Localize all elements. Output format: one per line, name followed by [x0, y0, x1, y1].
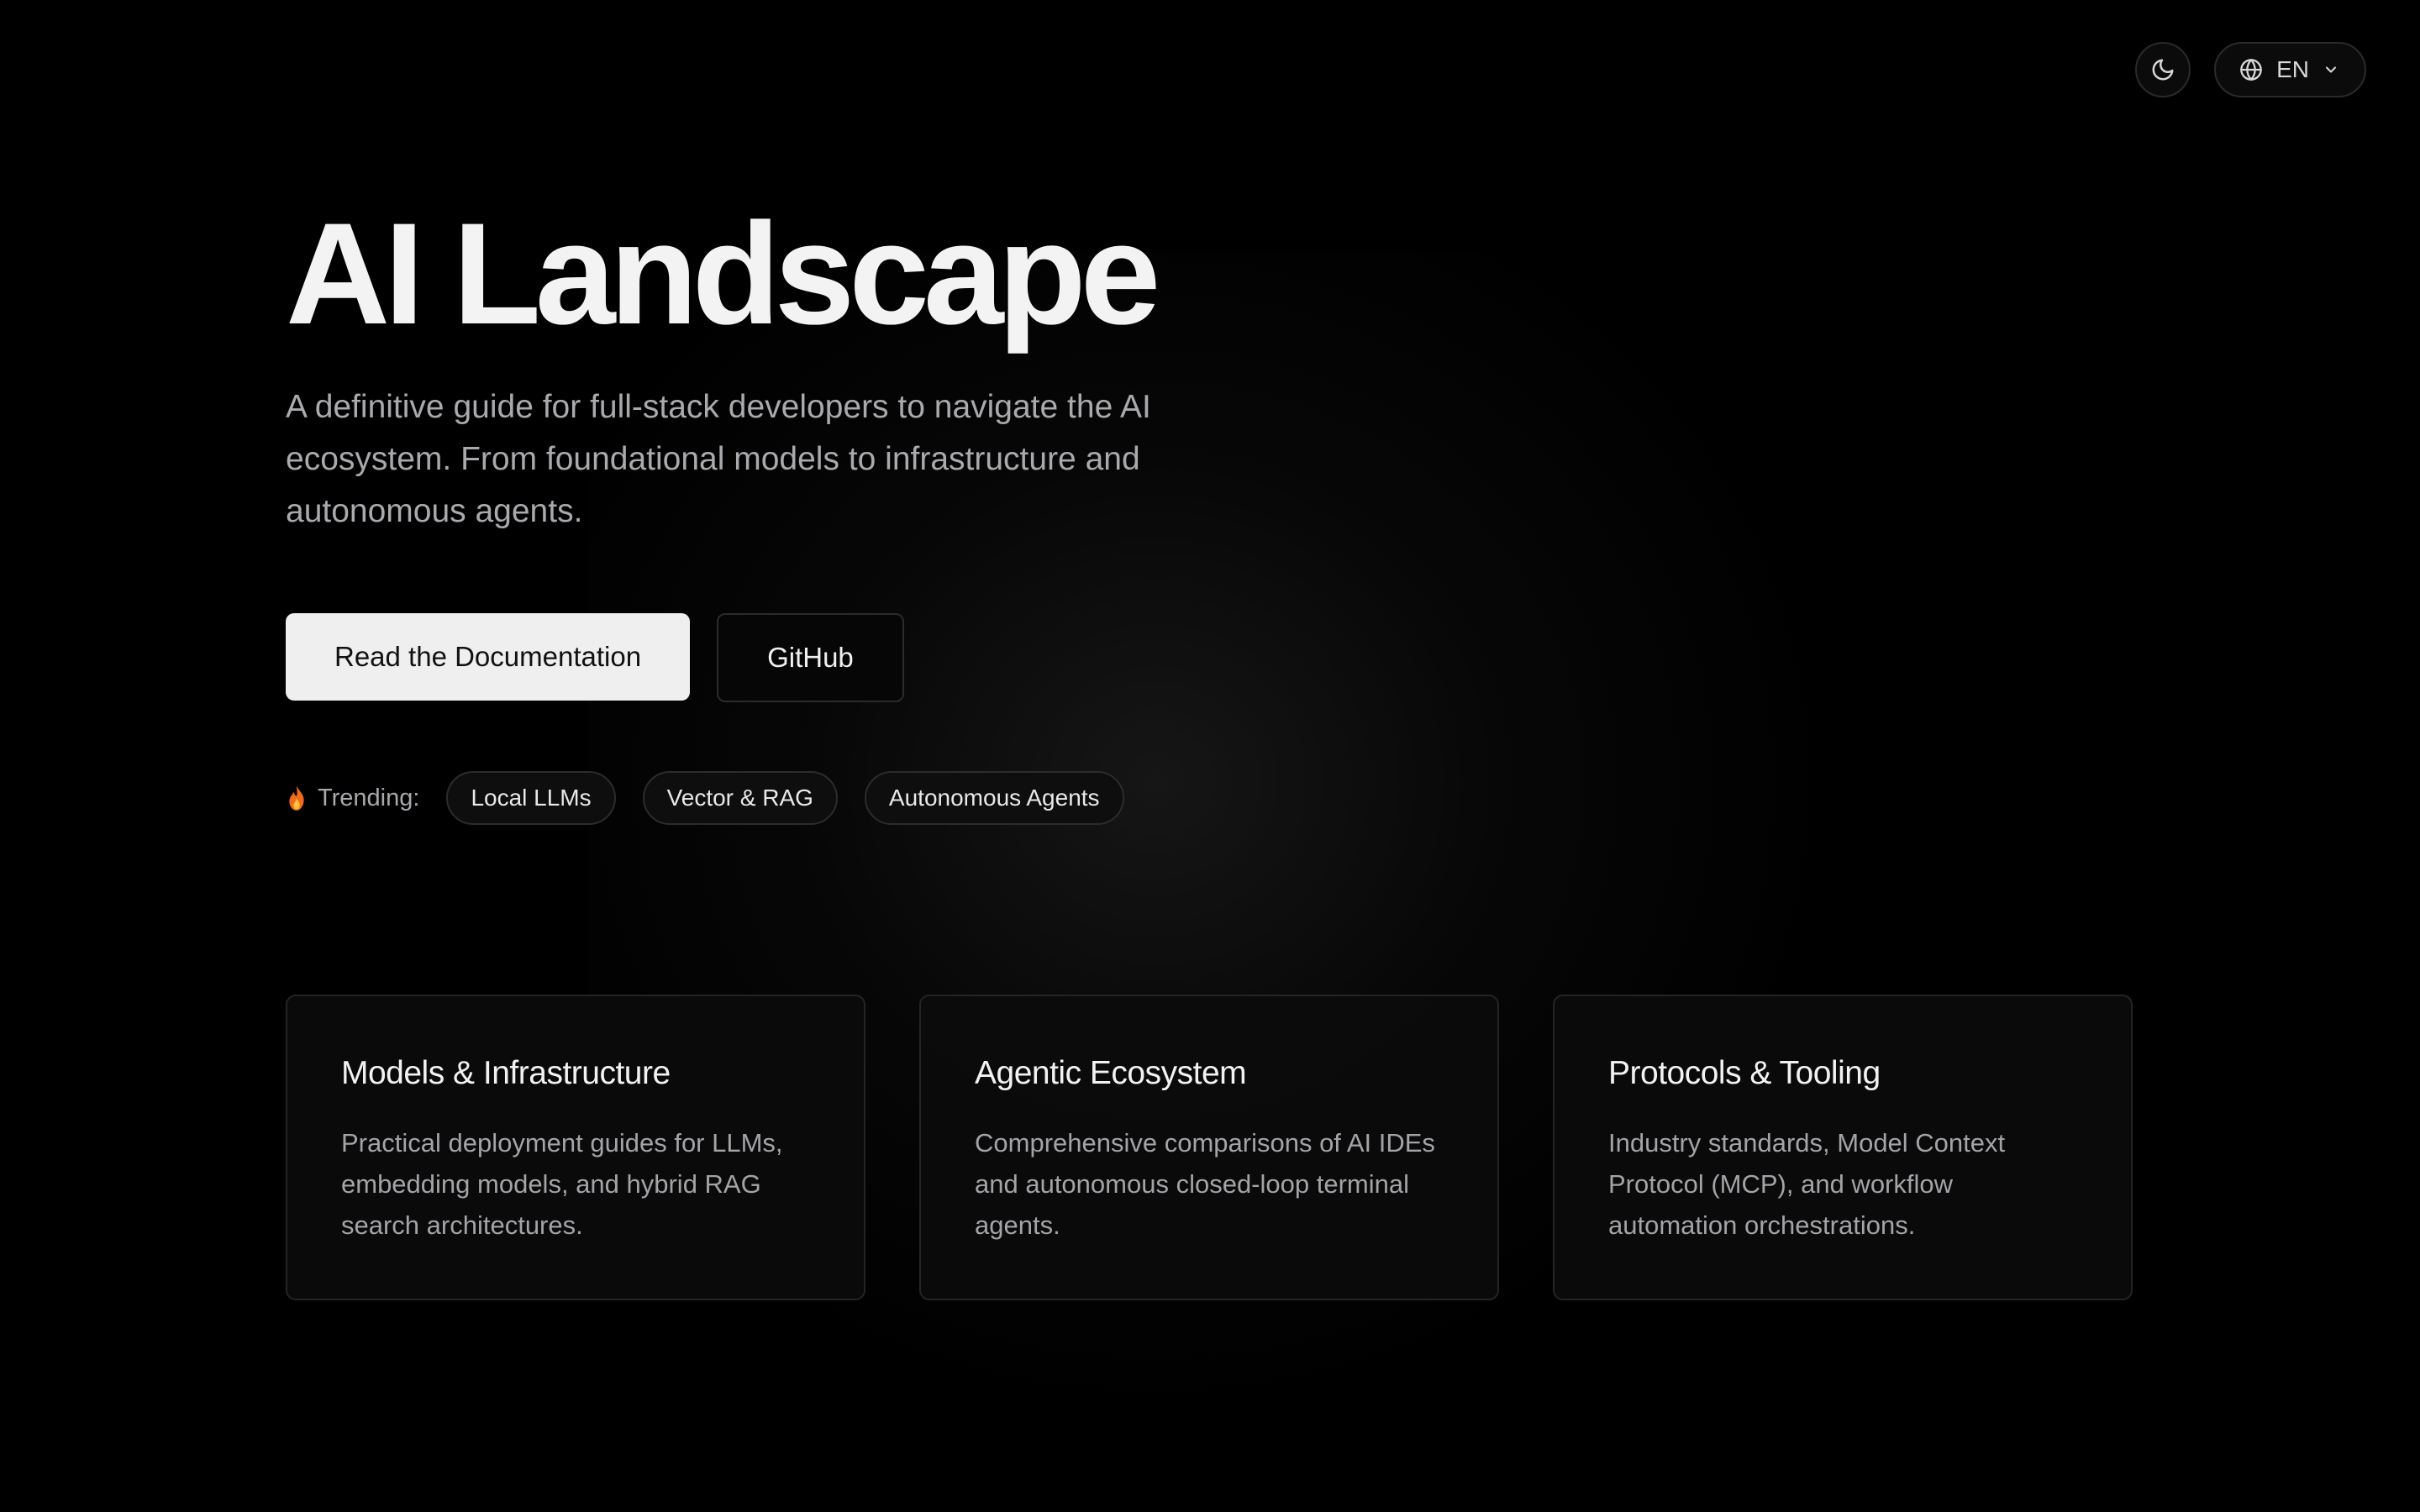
moon-icon — [2152, 59, 2174, 81]
card-description: Comprehensive comparisons of AI IDEs and… — [975, 1128, 1435, 1240]
card-title: Models & Infrastructure — [341, 1055, 671, 1091]
card-protocols-tooling[interactable]: Protocols & Tooling Industry standards, … — [1553, 995, 2133, 1300]
github-button[interactable]: GitHub — [717, 613, 904, 702]
read-documentation-button[interactable]: Read the Documentation — [286, 613, 691, 701]
theme-toggle-button[interactable] — [2135, 42, 2191, 97]
trending-row: Trending: Local LLMs Vector & RAG Autono… — [286, 771, 1294, 825]
globe-icon — [2240, 59, 2262, 81]
card-description: Industry standards, Model Context Protoc… — [1608, 1128, 2006, 1240]
trending-tag-local-llms[interactable]: Local LLMs — [446, 771, 616, 825]
card-models-infrastructure[interactable]: Models & Infrastructure Practical deploy… — [286, 995, 865, 1300]
card-title: Agentic Ecosystem — [975, 1055, 1247, 1091]
cta-row: Read the Documentation GitHub — [286, 613, 1294, 702]
chevron-down-icon — [2325, 66, 2337, 73]
feature-cards: Models & Infrastructure Practical deploy… — [286, 995, 2133, 1300]
page-title: AI Landscape — [286, 193, 1160, 354]
hero-subtitle: A definitive guide for full-stack develo… — [286, 389, 1151, 529]
hero-section: AI Landscape A definitive guide for full… — [286, 202, 1294, 825]
fire-icon — [289, 785, 304, 811]
top-controls: EN — [2135, 42, 2366, 97]
trending-tag-autonomous-agents[interactable]: Autonomous Agents — [864, 771, 1124, 825]
card-title: Protocols & Tooling — [1608, 1055, 1881, 1091]
trending-label: Trending: — [318, 784, 420, 811]
card-description: Practical deployment guides for LLMs, em… — [341, 1128, 783, 1240]
language-select[interactable]: EN — [2214, 42, 2366, 97]
trending-label-group: Trending: — [286, 785, 419, 812]
language-value: EN — [2276, 56, 2309, 82]
card-agentic-ecosystem[interactable]: Agentic Ecosystem Comprehensive comparis… — [919, 995, 1499, 1300]
trending-tag-vector-rag[interactable]: Vector & RAG — [642, 771, 838, 825]
